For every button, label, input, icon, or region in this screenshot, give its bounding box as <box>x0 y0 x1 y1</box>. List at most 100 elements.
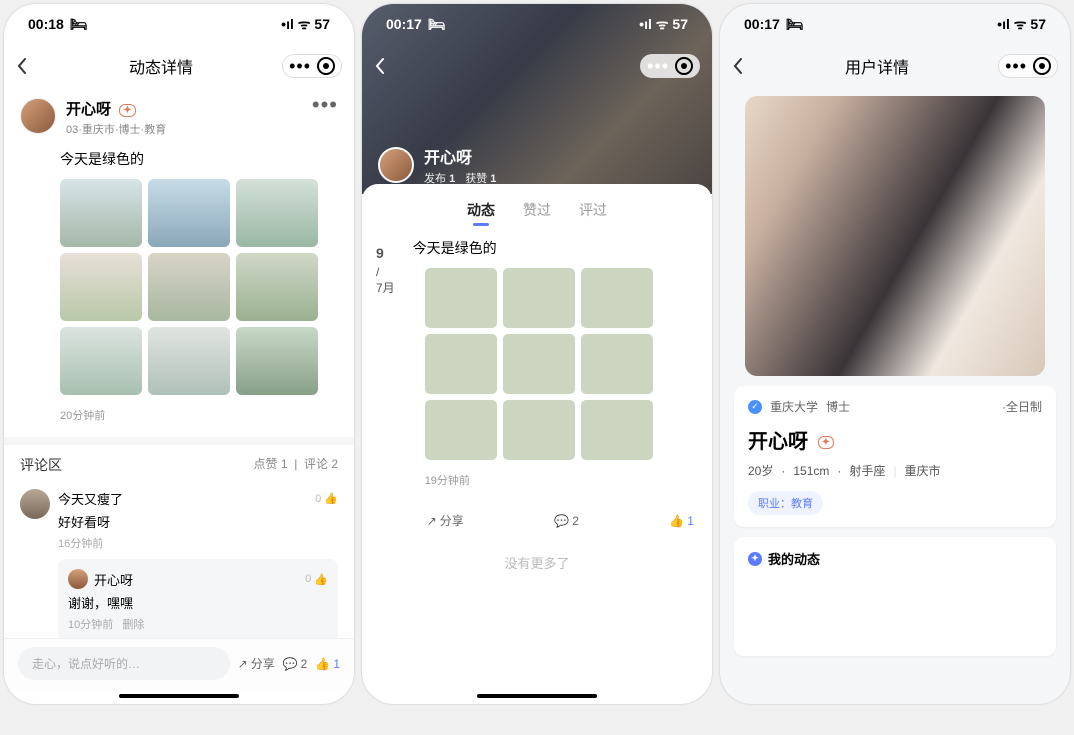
tab-sheet[interactable]: 动态 赞过 评过 9 / 7月 今天是绿色的 <box>362 184 712 690</box>
photo-thumb[interactable] <box>748 578 832 644</box>
photo-thumb[interactable] <box>425 334 497 394</box>
photo-thumb[interactable] <box>60 327 142 395</box>
capsule-button[interactable]: ••• <box>998 54 1058 78</box>
status-bar: 00:18 🛏 •ıl ᯤ 57 <box>4 4 354 44</box>
photo-thumb[interactable] <box>148 253 230 321</box>
photo-thumb[interactable] <box>425 268 497 328</box>
author-name[interactable]: 开心呀 <box>66 101 111 118</box>
target-icon <box>675 57 693 75</box>
university: 重庆大学 <box>770 398 818 415</box>
share-button[interactable]: ↗ 分享 <box>238 655 275 672</box>
comments-label: 评论区 <box>20 455 62 475</box>
avatar[interactable] <box>20 98 56 134</box>
more-icon: ••• <box>647 57 669 75</box>
commenter-name[interactable]: 今天又瘦了 <box>58 489 123 508</box>
reply-name[interactable]: 开心呀 <box>94 570 133 589</box>
photo-thumb[interactable] <box>236 253 318 321</box>
date-day: 9 <box>376 244 395 264</box>
capsule-button[interactable]: ••• <box>282 54 342 78</box>
post-text: 今天是绿色的 <box>409 230 712 262</box>
comment-item: 今天又瘦了 0 👍 好好看呀 16分钟前 <box>4 481 354 551</box>
like-button[interactable]: 👍1 <box>669 512 694 529</box>
photo-thumb[interactable] <box>503 268 575 328</box>
reply-like-button[interactable]: 0 👍 <box>305 569 328 589</box>
photo-thumb[interactable] <box>236 327 318 395</box>
phone-post-detail: 00:18 🛏 •ıl ᯤ 57 动态详情 ••• 开心呀 ✦ 03·重庆市·博… <box>4 4 354 704</box>
reply-item: 开心呀 0 👍 谢谢，嘿嘿 10分钟前 删除 <box>58 559 338 638</box>
more-icon: ••• <box>1005 57 1027 75</box>
photo-thumb[interactable] <box>148 327 230 395</box>
comment-icon: 💬 <box>283 657 298 671</box>
comment-time: 16分钟前 <box>58 535 338 551</box>
signal-icons: •ıl ᯤ 57 <box>281 15 330 34</box>
nav-bar: 用户详情 ••• <box>720 44 1070 88</box>
job-chip: 职业：教育 <box>748 491 823 515</box>
comments-header: 评论区 点赞 1 | 评论 2 <box>4 437 354 481</box>
phone-user-feed: 00:17 🛏 •ıl ᯤ 57 ••• 开心呀 <box>362 4 712 704</box>
photo-thumb[interactable] <box>503 334 575 394</box>
content-scroll[interactable]: ✓ 重庆大学 博士 ·全日制 开心呀 ✦ 20岁 · 151cm · 射手座 |… <box>720 88 1070 704</box>
photo-thumb[interactable] <box>840 578 924 644</box>
photo-thumb[interactable] <box>503 400 575 460</box>
photo-thumb[interactable] <box>581 268 653 328</box>
target-icon <box>1033 57 1051 75</box>
post-header: 开心呀 ✦ 03·重庆市·博士·教育 ••• <box>4 88 354 141</box>
back-button[interactable] <box>374 57 398 75</box>
photo-thumb[interactable] <box>932 578 1016 644</box>
share-button[interactable]: ↗分享 <box>427 512 464 529</box>
tab-liked[interactable]: 赞过 <box>523 200 551 220</box>
target-icon <box>317 57 335 75</box>
comment-like-button[interactable]: 0 👍 <box>315 489 338 508</box>
star-icon: ✦ <box>748 552 762 566</box>
cover-user: 开心呀 发布 1 获赞 1 <box>378 144 496 186</box>
photo-thumb[interactable] <box>581 400 653 460</box>
avatar[interactable] <box>20 489 50 519</box>
height: 151cm <box>793 464 829 478</box>
photo-thumb[interactable] <box>425 400 497 460</box>
photo-thumb[interactable] <box>60 253 142 321</box>
post-text: 今天是绿色的 <box>4 141 354 173</box>
degree: 博士 <box>826 398 850 415</box>
share-icon: ↗ <box>238 657 248 671</box>
thumb-up-icon: 👍 <box>669 514 684 528</box>
profile-photo[interactable] <box>745 96 1045 376</box>
home-indicator[interactable] <box>119 694 239 698</box>
tab-posts[interactable]: 动态 <box>467 200 495 220</box>
info-card: ✓ 重庆大学 博士 ·全日制 开心呀 ✦ 20岁 · 151cm · 射手座 |… <box>734 386 1056 527</box>
reply-delete-button[interactable]: 删除 <box>122 619 144 631</box>
avatar[interactable] <box>378 147 414 183</box>
post-more-button[interactable]: ••• <box>312 98 338 137</box>
tab-commented[interactable]: 评过 <box>579 200 607 220</box>
signal-icons: •ıl ᯤ 57 <box>997 15 1046 34</box>
more-icon: ••• <box>289 57 311 75</box>
status-bar: 00:17 🛏 •ıl ᯤ 57 <box>720 4 1070 44</box>
like-summary[interactable]: 点赞 1 <box>254 457 288 471</box>
photo-grid <box>409 262 712 466</box>
comment-button[interactable]: 💬2 <box>554 512 579 529</box>
clock: 00:17 <box>386 16 422 32</box>
comment-button[interactable]: 💬 2 <box>283 657 308 671</box>
post-actions: ↗分享 💬2 👍1 <box>409 502 712 543</box>
status-bar: 00:17 🛏 •ıl ᯤ 57 <box>362 4 712 44</box>
capsule-button[interactable]: ••• <box>640 54 700 78</box>
reply-text: 谢谢，嘿嘿 <box>68 593 328 612</box>
avatar[interactable] <box>68 569 88 589</box>
date-month: 7月 <box>376 280 395 297</box>
like-button[interactable]: 👍 1 <box>315 657 340 671</box>
back-button[interactable] <box>16 57 40 75</box>
phone-user-profile: 00:17 🛏 •ıl ᯤ 57 用户详情 ••• ✓ 重庆大学 博士 ·全日制 <box>720 4 1070 704</box>
post-time: 20分钟前 <box>4 401 354 437</box>
back-button[interactable] <box>732 57 756 75</box>
home-indicator[interactable] <box>477 694 597 698</box>
tabs: 动态 赞过 评过 <box>362 184 712 230</box>
age: 20岁 <box>748 462 773 479</box>
city: 重庆市 <box>905 462 941 479</box>
photo-thumb[interactable] <box>60 179 142 247</box>
photo-thumb[interactable] <box>236 179 318 247</box>
comment-summary[interactable]: 评论 2 <box>304 457 338 471</box>
content-scroll[interactable]: 开心呀 ✦ 03·重庆市·博士·教育 ••• 今天是绿色的 20分钟前 评论区 … <box>4 88 354 638</box>
photo-thumb[interactable] <box>581 334 653 394</box>
comment-input[interactable]: 走心，说点好听的… <box>18 647 230 680</box>
photo-thumb[interactable] <box>148 179 230 247</box>
zodiac: 射手座 <box>849 462 885 479</box>
